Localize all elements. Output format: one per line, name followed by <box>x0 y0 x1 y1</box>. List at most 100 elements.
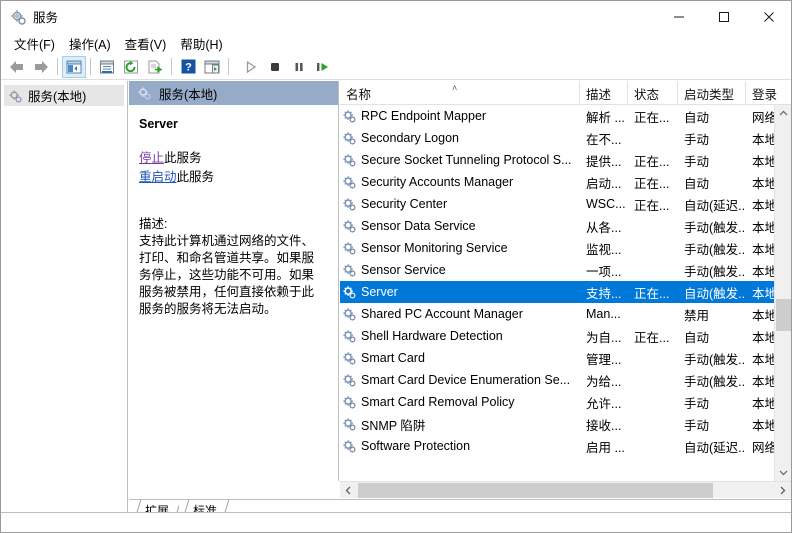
service-description-cell: 一项... <box>586 264 622 279</box>
service-description-cell: 为给... <box>586 374 622 389</box>
service-status-cell: 正在... <box>634 110 670 125</box>
show-action-pane-button[interactable] <box>200 56 224 78</box>
minimize-icon[interactable] <box>656 1 701 32</box>
horizontal-scroll-thumb[interactable] <box>358 483 713 498</box>
service-name-label: Smart Card Removal Policy <box>361 395 515 409</box>
service-description-cell: Man... <box>586 307 621 321</box>
service-status-cell <box>628 303 678 325</box>
service-description-cell: 管理... <box>586 352 622 367</box>
service-description-cell: 从各... <box>586 220 622 235</box>
table-row[interactable]: Smart Card Device Enumeration Se... 为给...… <box>340 369 791 391</box>
service-status-cell <box>628 369 678 391</box>
refresh-button[interactable] <box>119 56 143 78</box>
table-row[interactable]: Software Protection 启用 ... 自动(延迟... 网络 <box>340 435 791 457</box>
table-row[interactable]: Smart Card Removal Policy 允许... 手动 本地 <box>340 391 791 413</box>
help-button[interactable]: ? <box>176 56 200 78</box>
service-description-cell: 为自... <box>586 330 622 345</box>
service-name-label: Shared PC Account Manager <box>361 307 523 321</box>
service-startup-type-cell: 手动 <box>684 396 710 411</box>
services-gear-icon <box>342 307 356 321</box>
pause-service-button[interactable] <box>287 56 311 78</box>
service-description-cell: 支持... <box>586 286 622 301</box>
service-startup-type-cell: 自动(触发... <box>684 286 746 301</box>
services-gear-icon <box>342 131 356 145</box>
chevron-up-icon[interactable] <box>775 105 791 122</box>
tree-item-services-local[interactable]: 服务(本地) <box>4 85 124 106</box>
service-name-label: Smart Card <box>361 351 425 365</box>
menu-action[interactable]: 操作(A) <box>62 32 118 55</box>
start-service-button[interactable] <box>239 56 263 78</box>
properties-button[interactable] <box>95 56 119 78</box>
service-status-cell: 正在... <box>634 330 670 345</box>
details-pane-header-label: 服务(本地) <box>159 87 218 102</box>
service-name-cell: Sensor Monitoring Service <box>340 237 580 259</box>
service-name-label: Security Accounts Manager <box>361 175 514 189</box>
description-label: 描述: <box>139 217 168 231</box>
maximize-icon[interactable] <box>701 1 746 32</box>
table-row[interactable]: SNMP 陷阱 接收... 手动 本地 <box>340 413 791 435</box>
chevron-right-icon[interactable] <box>774 482 791 499</box>
service-name-cell: Secondary Logon <box>340 127 580 149</box>
column-header-logon[interactable]: 登录 <box>746 81 791 105</box>
service-status-cell <box>628 127 678 149</box>
close-icon[interactable] <box>746 1 791 32</box>
restart-service-suffix: 此服务 <box>176 170 215 184</box>
column-header-name[interactable]: 名称 ˄ <box>340 81 580 105</box>
stop-service-button[interactable] <box>263 56 287 78</box>
table-row[interactable]: Secondary Logon 在不... 手动 本地 <box>340 127 791 149</box>
table-row[interactable]: RPC Endpoint Mapper 解析 ... 正在... 自动 网络 <box>340 105 791 127</box>
table-row[interactable]: Sensor Monitoring Service 监视... 手动(触发... 本地 <box>340 237 791 259</box>
service-name-cell: SNMP 陷阱 <box>340 413 580 435</box>
forward-button[interactable] <box>29 56 53 78</box>
services-gear-icon <box>342 439 356 453</box>
service-startup-type-cell: 自动 <box>684 176 710 191</box>
restart-service-link[interactable]: 重启动 <box>139 170 177 184</box>
table-row[interactable]: Shell Hardware Detection 为自... 正在... 自动 本地 <box>340 325 791 347</box>
service-name-label: RPC Endpoint Mapper <box>361 109 487 123</box>
service-name-label: Sensor Service <box>361 263 446 277</box>
vertical-scroll-thumb[interactable] <box>776 299 791 331</box>
menu-view[interactable]: 查看(V) <box>118 32 174 55</box>
table-row[interactable]: Security Accounts Manager 启动... 正在... 自动 本地 <box>340 171 791 193</box>
column-header-startup-type[interactable]: 启动类型 <box>678 81 746 105</box>
service-description-cell: WSC... <box>586 197 626 211</box>
column-header-status[interactable]: 状态 <box>628 81 678 105</box>
table-row[interactable]: Shared PC Account Manager Man... 禁用 本地 <box>340 303 791 325</box>
title-bar: 服务 <box>1 1 791 32</box>
chevron-down-icon[interactable] <box>775 464 791 481</box>
details-body: Server 停止此服务 重启动此服务 描述: 支持此计算机通过网络的文件、打印… <box>129 105 338 318</box>
stop-service-link[interactable]: 停止 <box>139 151 164 165</box>
list-horizontal-scrollbar[interactable] <box>340 481 791 498</box>
back-button[interactable] <box>5 56 29 78</box>
column-header-description[interactable]: 描述 <box>580 81 628 105</box>
service-startup-type-cell: 禁用 <box>684 308 710 323</box>
service-name-label: Sensor Monitoring Service <box>361 241 508 255</box>
window-title: 服务 <box>33 11 59 25</box>
service-startup-type-cell: 手动(触发... <box>684 220 746 235</box>
table-row[interactable]: Secure Socket Tunneling Protocol S... 提供.… <box>340 149 791 171</box>
services-window: 服务 文件(F) 操作(A) 查看(V) 帮助(H) ? 服务(本地) 服务(本… <box>0 0 792 533</box>
table-row[interactable]: Server 支持... 正在... 自动(触发... 本地 <box>340 281 791 303</box>
services-gear-icon <box>8 89 22 103</box>
table-row[interactable]: Security Center WSC... 正在... 自动(延迟... 本地 <box>340 193 791 215</box>
export-list-button[interactable] <box>143 56 167 78</box>
menu-file[interactable]: 文件(F) <box>7 32 62 55</box>
service-name-cell: RPC Endpoint Mapper <box>340 105 580 127</box>
table-row[interactable]: Sensor Service 一项... 手动(触发... 本地 <box>340 259 791 281</box>
table-row[interactable]: Smart Card 管理... 手动(触发... 本地 <box>340 347 791 369</box>
sort-ascending-icon: ˄ <box>452 83 458 93</box>
chevron-left-icon[interactable] <box>340 482 357 499</box>
service-status-cell <box>628 259 678 281</box>
service-startup-type-cell: 手动(触发... <box>684 242 746 257</box>
restart-service-button[interactable] <box>311 56 335 78</box>
toolbar-separator <box>228 58 229 75</box>
table-row[interactable]: Sensor Data Service 从各... 手动(触发... 本地 <box>340 215 791 237</box>
service-status-cell <box>628 237 678 259</box>
toolbar-separator <box>171 58 172 75</box>
show-hide-tree-button[interactable] <box>62 55 86 78</box>
menu-help[interactable]: 帮助(H) <box>173 32 229 55</box>
services-gear-icon <box>342 395 356 409</box>
service-name-cell: Security Center <box>340 193 580 215</box>
list-vertical-scrollbar[interactable] <box>774 105 791 481</box>
service-description-cell: 在不... <box>586 132 622 147</box>
